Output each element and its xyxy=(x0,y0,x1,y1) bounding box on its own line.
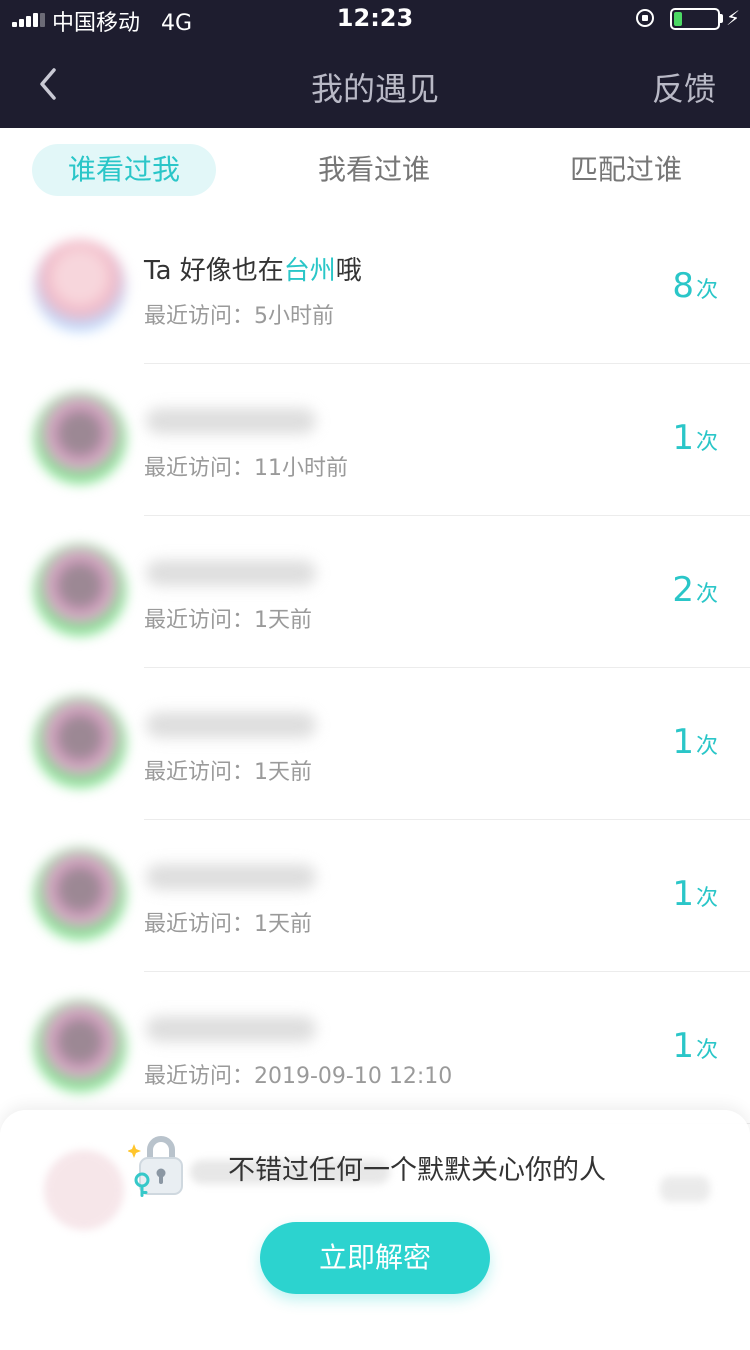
visit-count: 2次 xyxy=(672,570,718,610)
last-visit: 最近访问：5小时前 xyxy=(144,304,334,329)
last-visit: 最近访问：2019-09-10 12:10 xyxy=(144,1064,453,1089)
count-unit: 次 xyxy=(695,430,718,455)
app-header: 中国移动 4G 12:23 ⚡ 我的遇见 反馈 xyxy=(0,0,750,128)
visit-count: 1次 xyxy=(672,1026,718,1066)
tab-who-i-viewed[interactable]: 我看过谁 xyxy=(282,144,466,196)
count-number: 2 xyxy=(672,570,694,610)
tab-who-matched[interactable]: 匹配过谁 xyxy=(534,144,718,196)
unlock-panel: 不错过任何一个默默关心你的人 立即解密 xyxy=(0,1110,750,1350)
visitor-row[interactable]: 最近访问：1天前 1次 xyxy=(0,668,750,820)
count-number: 1 xyxy=(672,418,694,458)
avatar xyxy=(34,848,126,940)
visit-count: 8次 xyxy=(672,266,718,306)
visit-count: 1次 xyxy=(672,874,718,914)
battery-cap xyxy=(720,14,723,23)
hidden-count xyxy=(660,1176,710,1202)
avatar xyxy=(34,240,126,332)
avatar xyxy=(34,544,126,636)
title-city: 台州 xyxy=(283,256,336,286)
count-unit: 次 xyxy=(695,582,718,607)
nav-bar: 我的遇见 反馈 xyxy=(0,40,750,128)
page-title: 我的遇见 xyxy=(310,70,439,108)
last-visit: 最近访问：1天前 xyxy=(144,912,312,937)
avatar xyxy=(34,1000,126,1092)
blurred-name xyxy=(146,712,316,738)
blurred-name xyxy=(146,1016,316,1042)
visitor-row[interactable]: 最近访问：1天前 1次 xyxy=(0,820,750,972)
visitor-list: Ta 好像也在台州哦 最近访问：5小时前 8次 最近访问：11小时前 1次 最近… xyxy=(0,212,750,1124)
visitor-row[interactable]: Ta 好像也在台州哦 最近访问：5小时前 8次 xyxy=(0,212,750,364)
visitor-row[interactable]: 最近访问：11小时前 1次 xyxy=(0,364,750,516)
count-unit: 次 xyxy=(695,734,718,759)
feedback-button[interactable]: 反馈 xyxy=(652,64,716,110)
count-number: 8 xyxy=(672,266,694,306)
visit-count: 1次 xyxy=(672,418,718,458)
unlock-button[interactable]: 立即解密 xyxy=(260,1222,490,1294)
last-visit: 最近访问：11小时前 xyxy=(144,456,348,481)
tab-who-viewed-me[interactable]: 谁看过我 xyxy=(32,144,216,196)
battery-level xyxy=(674,12,682,26)
visit-count: 1次 xyxy=(672,722,718,762)
count-number: 1 xyxy=(672,722,694,762)
visitor-row[interactable]: 最近访问：1天前 2次 xyxy=(0,516,750,668)
title-suffix: 哦 xyxy=(335,256,362,286)
blurred-name xyxy=(146,408,316,434)
count-unit: 次 xyxy=(695,278,718,303)
title-prefix: Ta 好像也在 xyxy=(144,256,284,286)
blurred-name xyxy=(146,560,316,586)
battery-icon xyxy=(670,8,720,30)
count-number: 1 xyxy=(672,874,694,914)
lock-icon xyxy=(128,1136,183,1197)
blurred-name xyxy=(146,864,316,890)
avatar xyxy=(34,696,126,788)
count-unit: 次 xyxy=(695,1038,718,1063)
count-unit: 次 xyxy=(695,886,718,911)
count-number: 1 xyxy=(672,1026,694,1066)
status-bar: 中国移动 4G 12:23 ⚡ xyxy=(0,0,750,40)
visitor-title: Ta 好像也在台州哦 xyxy=(144,250,362,287)
last-visit: 最近访问：1天前 xyxy=(144,608,312,633)
charging-icon: ⚡ xyxy=(726,6,741,30)
visitor-row[interactable]: 最近访问：2019-09-10 12:10 1次 xyxy=(0,972,750,1124)
last-visit: 最近访问：1天前 xyxy=(144,760,312,785)
rotation-lock-icon xyxy=(636,9,654,27)
hidden-avatar xyxy=(44,1150,124,1230)
tab-bar: 谁看过我 我看过谁 匹配过谁 xyxy=(0,128,750,218)
avatar xyxy=(34,392,126,484)
unlock-message: 不错过任何一个默默关心你的人 xyxy=(228,1155,606,1186)
